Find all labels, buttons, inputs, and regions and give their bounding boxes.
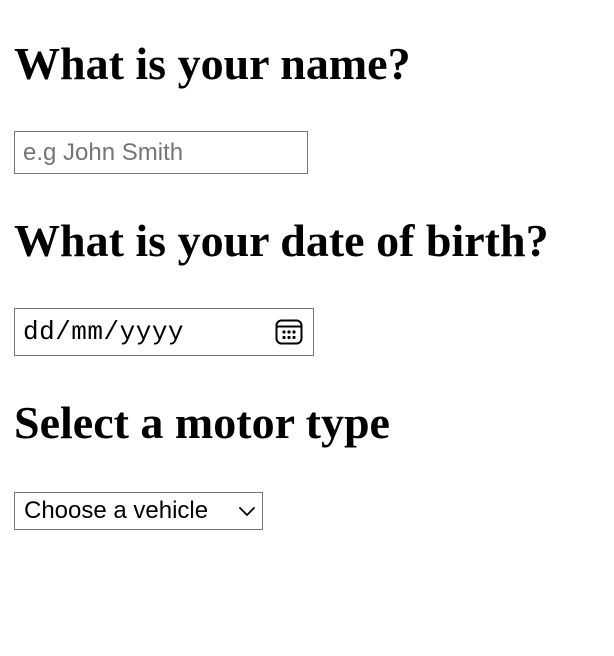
calendar-icon[interactable] (275, 318, 303, 346)
name-question-heading: What is your name? (14, 38, 411, 89)
date-of-birth-input[interactable]: dd/mm/yyyy (14, 308, 314, 356)
date-placeholder-text: dd/mm/yyyy (23, 317, 185, 347)
name-input[interactable] (14, 131, 308, 174)
dob-question-heading: What is your date of birth? (14, 215, 549, 266)
vehicle-select[interactable]: Choose a vehicle (14, 492, 263, 530)
vehicle-select-value: Choose a vehicle (24, 497, 209, 524)
chevron-down-icon (238, 502, 256, 520)
motor-type-heading: Select a motor type (14, 397, 390, 448)
